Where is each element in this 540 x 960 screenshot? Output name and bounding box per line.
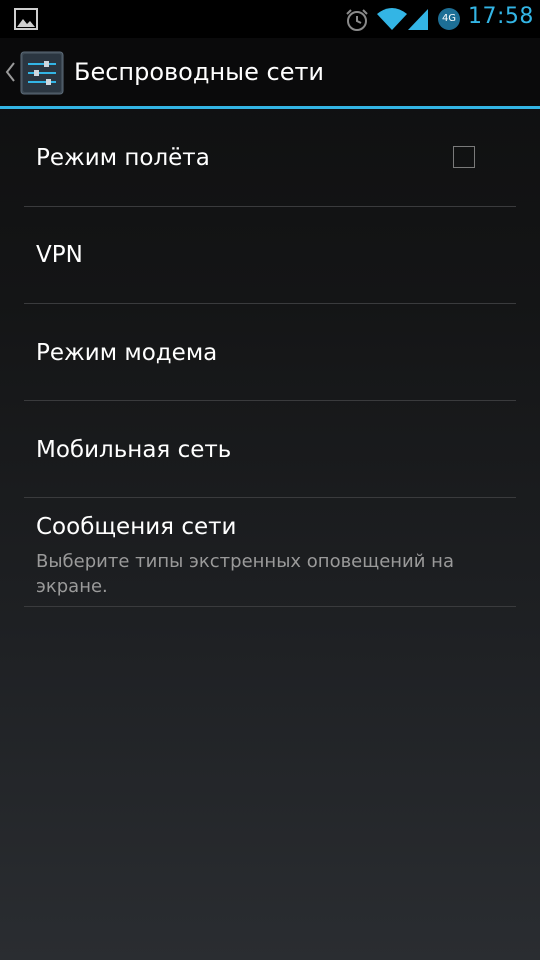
status-time: 17:58 xyxy=(468,4,534,29)
airplane-mode-checkbox[interactable] xyxy=(453,146,475,168)
status-bar: 4G 17:58 xyxy=(0,0,540,38)
preference-list: Режим полёта VPN Режим модема Мобильная … xyxy=(0,109,540,607)
pref-title: Режим полёта xyxy=(36,145,210,171)
signal-icon xyxy=(408,9,428,30)
network-type-icon: 4G xyxy=(438,8,460,30)
pref-vpn[interactable]: VPN xyxy=(24,207,516,304)
gallery-icon xyxy=(14,8,38,30)
wifi-icon xyxy=(377,8,407,30)
chevron-left-icon xyxy=(5,62,15,82)
pref-cell-broadcast[interactable]: Сообщения сети Выберите типы экстренных … xyxy=(24,498,516,607)
page-title: Беспроводные сети xyxy=(74,58,325,86)
pref-title: Сообщения сети xyxy=(36,514,237,540)
settings-sliders-icon xyxy=(20,51,64,95)
pref-title: VPN xyxy=(36,242,83,268)
pref-title: Мобильная сеть xyxy=(36,437,232,463)
pref-tethering[interactable]: Режим модема xyxy=(24,304,516,401)
pref-summary: Выберите типы экстренных оповещений на э… xyxy=(36,551,454,597)
action-bar: Беспроводные сети xyxy=(0,38,540,107)
pref-mobile-network[interactable]: Мобильная сеть xyxy=(24,401,516,498)
alarm-icon xyxy=(346,9,368,31)
pref-airplane-mode[interactable]: Режим полёта xyxy=(24,109,516,207)
pref-title: Режим модема xyxy=(36,340,218,366)
up-button[interactable] xyxy=(0,38,70,107)
